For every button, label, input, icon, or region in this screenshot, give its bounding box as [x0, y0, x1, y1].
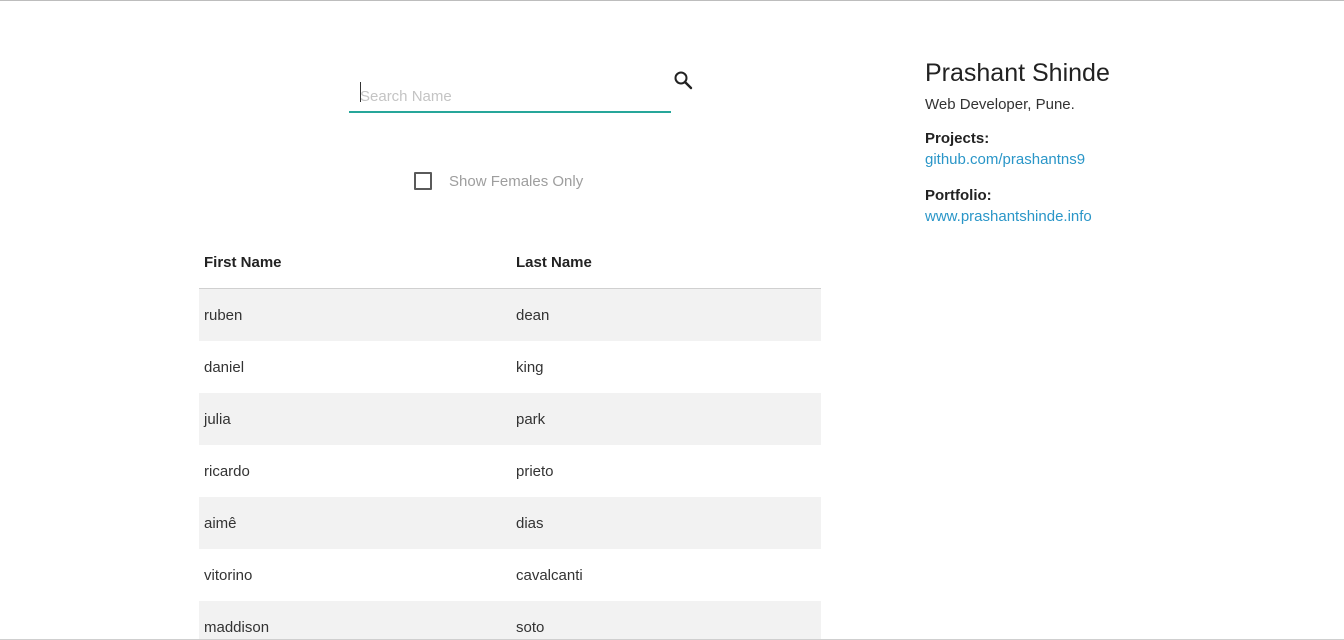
table-row[interactable]: vitorino cavalcanti	[199, 549, 821, 601]
table-body: ruben dean daniel king julia park ricard…	[199, 289, 821, 640]
last-name-cell: king	[516, 358, 544, 376]
column-header-first-name[interactable]: First Name	[199, 254, 511, 271]
column-header-last-name[interactable]: Last Name	[511, 254, 821, 271]
last-name-cell: cavalcanti	[516, 566, 583, 584]
portfolio-label: Portfolio:	[925, 187, 992, 204]
first-name-cell: vitorino	[204, 566, 253, 584]
search-input[interactable]	[349, 71, 671, 113]
last-name-cell: dean	[516, 306, 550, 324]
search-container	[349, 71, 671, 115]
table-row[interactable]: julia park	[199, 393, 821, 445]
text-caret	[360, 82, 361, 102]
last-name-cell: soto	[516, 618, 545, 636]
profile-role: Web Developer, Pune.	[925, 96, 1075, 113]
first-name-cell: ruben	[204, 306, 243, 324]
page: Show Females Only First Name Last Name r…	[0, 0, 1344, 640]
show-females-checkbox[interactable]	[414, 172, 432, 190]
first-name-cell: maddison	[204, 618, 270, 636]
table-row[interactable]: maddison soto	[199, 601, 821, 640]
table-row[interactable]: ricardo prieto	[199, 445, 821, 497]
first-name-cell: daniel	[204, 358, 245, 376]
table-row[interactable]: daniel king	[199, 341, 821, 393]
profile-name: Prashant Shinde	[925, 59, 1110, 87]
search-icon[interactable]	[672, 69, 694, 91]
first-name-cell: julia	[204, 410, 231, 428]
profile-card: Prashant Shinde Web Developer, Pune. Pro…	[925, 57, 1305, 228]
table-row[interactable]: ruben dean	[199, 289, 821, 341]
show-females-label: Show Females Only	[449, 172, 584, 190]
first-name-cell: ricardo	[204, 462, 250, 480]
first-name-cell: aimê	[204, 514, 237, 532]
last-name-cell: dias	[516, 514, 544, 532]
projects-link[interactable]: github.com/prashantns9	[925, 149, 1085, 171]
people-table: First Name Last Name ruben dean daniel k…	[199, 237, 821, 640]
portfolio-link[interactable]: www.prashantshinde.info	[925, 206, 1092, 228]
show-females-filter[interactable]: Show Females Only	[414, 171, 583, 191]
projects-label: Projects:	[925, 130, 990, 147]
last-name-cell: prieto	[516, 462, 554, 480]
table-header: First Name Last Name	[199, 237, 821, 289]
table-row[interactable]: aimê dias	[199, 497, 821, 549]
last-name-cell: park	[516, 410, 546, 428]
